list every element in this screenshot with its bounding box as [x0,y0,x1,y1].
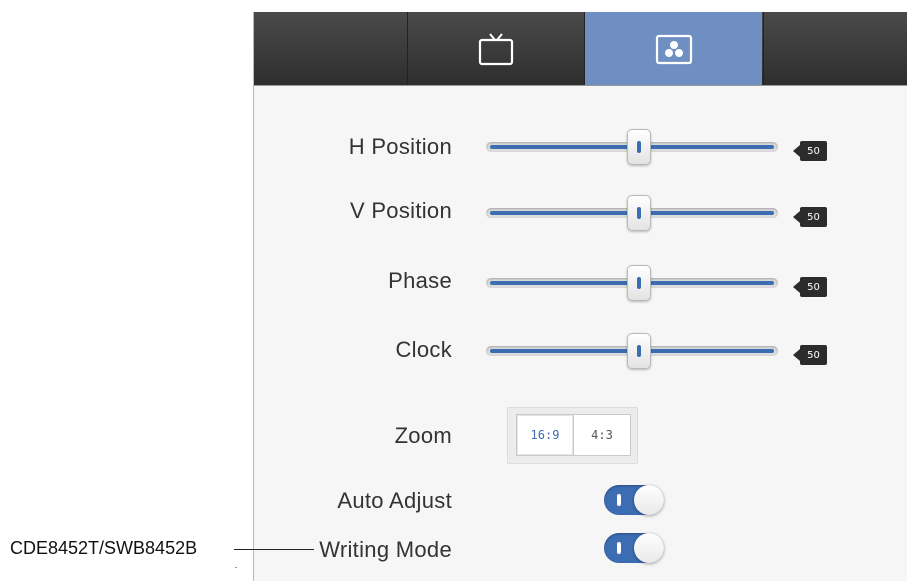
tv-icon [478,32,514,65]
writing-mode-label: Writing Mode [319,537,452,562]
tab-picture[interactable] [585,12,762,85]
thumb-grip [637,345,641,357]
clock-label: Clock [395,337,452,362]
tab-empty-left [254,12,408,85]
toggle-knob [634,533,664,563]
thumb-grip [637,141,641,153]
model-callout-label: CDE8452T/SWB8452B [10,538,198,558]
v-position-slider[interactable] [486,195,778,231]
thumb-grip [637,207,641,219]
clock-value: 50 [793,345,827,365]
thumb-grip [637,277,641,289]
tab-display[interactable] [408,12,585,85]
tab-empty-right [763,12,907,85]
tab-bar [254,12,907,85]
zoom-option-16-9[interactable]: 16:9 [516,414,574,456]
v-position-label: V Position [349,198,452,223]
h-position-label: H Position [348,134,452,159]
clock-slider[interactable] [486,333,778,369]
slider-thumb[interactable] [627,265,651,301]
zoom-option-4-3[interactable]: 4:3 [573,414,631,456]
v-position-value: 50 [793,207,827,227]
phase-value: 50 [793,277,827,297]
phase-label: Phase [388,268,452,293]
h-position-value: 50 [793,141,827,161]
artifact-dot [235,567,237,568]
slider-thumb[interactable] [627,333,651,369]
zoom-label: Zoom [394,423,452,448]
auto-adjust-label: Auto Adjust [337,488,452,513]
callout-leader-line [234,549,314,550]
slider-thumb[interactable] [627,195,651,231]
picture-adjust-icon [655,34,692,64]
auto-adjust-toggle[interactable] [604,485,664,515]
settings-panel: H Position 50 V Position 50 Phase 50 Clo… [253,12,907,581]
h-position-slider[interactable] [486,129,778,165]
phase-slider[interactable] [486,265,778,301]
writing-mode-toggle[interactable] [604,533,664,563]
slider-thumb[interactable] [627,129,651,165]
toggle-on-indicator [617,494,621,506]
toggle-on-indicator [617,542,621,554]
zoom-selector: 16:9 4:3 [507,407,638,464]
toggle-knob [634,485,664,515]
